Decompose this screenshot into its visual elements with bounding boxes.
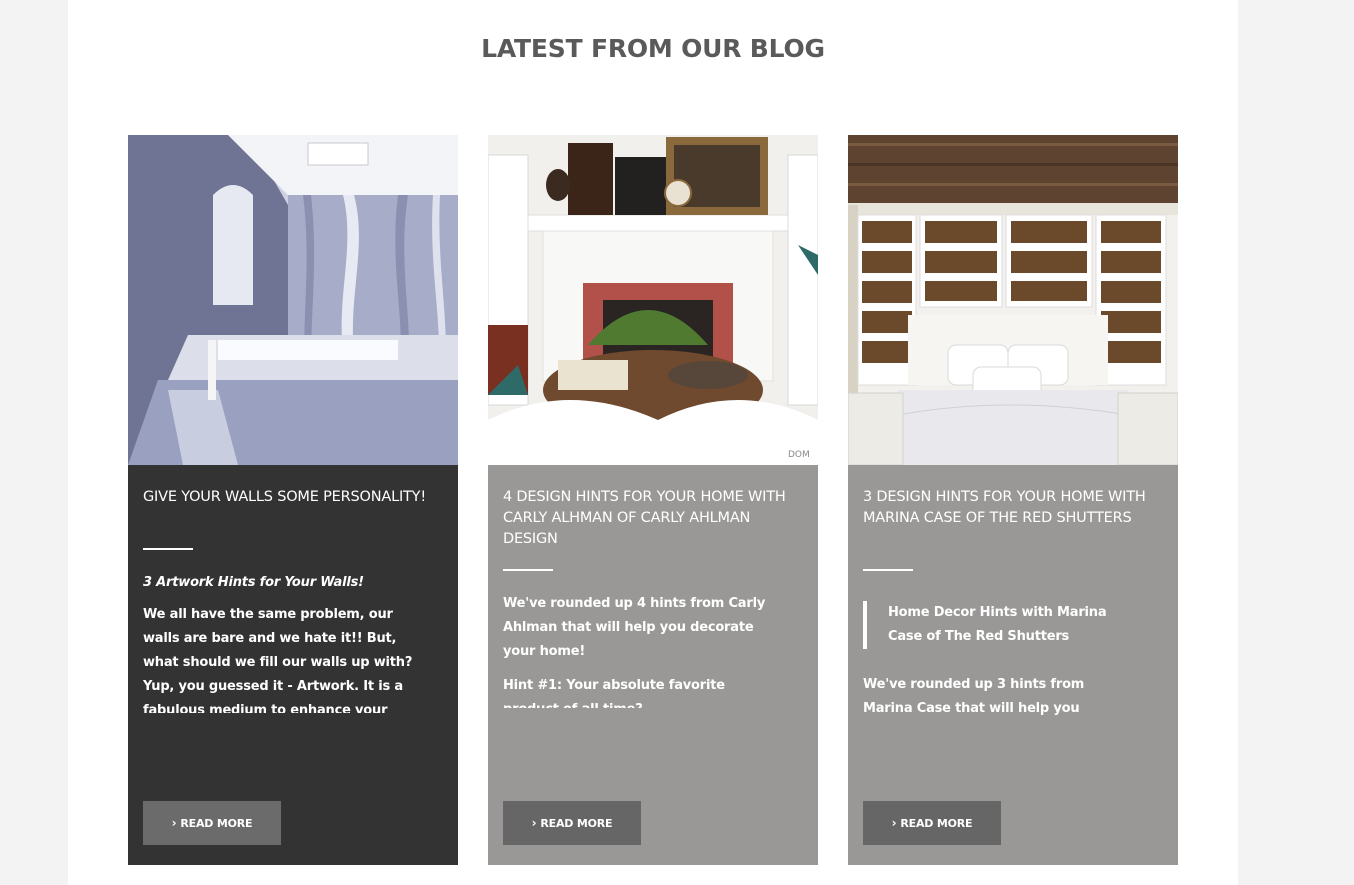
read-more-button[interactable]: › READ MORE (863, 801, 1001, 845)
post-quote-text: Home Decor Hints with Marina Case of The… (888, 605, 1107, 644)
post-hint: Hint #1: Your absolute favorite product … (503, 678, 725, 708)
post-image-bedroom[interactable] (848, 135, 1178, 465)
chevron-right-icon: › (531, 816, 537, 830)
post-title[interactable]: GIVE YOUR WALLS SOME PERSONALITY! (143, 487, 433, 508)
post-title[interactable]: 3 DESIGN HINTS FOR YOUR HOME WITH MARINA… (863, 487, 1153, 529)
blog-card: DOM 4 DESIGN HINTS FOR YOUR HOME WITH CA… (488, 135, 818, 865)
title-divider (503, 569, 553, 571)
post-lead: 3 Artwork Hints for Your Walls! (143, 575, 364, 590)
post-body: We've rounded up 3 hints from Marina Cas… (863, 677, 1085, 716)
blog-card: 3 DESIGN HINTS FOR YOUR HOME WITH MARINA… (848, 135, 1178, 865)
section-title: LATEST FROM OUR BLOG (481, 34, 825, 63)
post-quote: Home Decor Hints with Marina Case of The… (863, 601, 1135, 649)
post-image-bathroom[interactable] (128, 135, 458, 465)
title-divider (143, 548, 193, 550)
post-excerpt: Home Decor Hints with Marina Case of The… (863, 601, 1135, 723)
read-more-label: READ MORE (180, 816, 253, 830)
read-more-label: READ MORE (540, 816, 613, 830)
chevron-right-icon: › (891, 816, 897, 830)
read-more-label: READ MORE (900, 816, 973, 830)
read-more-button[interactable]: › READ MORE (143, 801, 281, 845)
post-excerpt: We've rounded up 4 hints from Carly Ahlm… (503, 592, 775, 708)
svg-text:DOM: DOM (788, 450, 810, 460)
post-image-fireplace[interactable]: DOM (488, 135, 818, 465)
title-divider (863, 569, 913, 571)
blog-section: LATEST FROM OUR BLOG GIVE YOUR WALLS SOM… (68, 0, 1238, 885)
post-body: We've rounded up 4 hints from Carly Ahlm… (503, 596, 766, 659)
post-body: We all have the same problem, our walls … (143, 607, 413, 713)
post-excerpt: 3 Artwork Hints for Your Walls! We all h… (143, 571, 415, 713)
read-more-button[interactable]: › READ MORE (503, 801, 641, 845)
post-title[interactable]: 4 DESIGN HINTS FOR YOUR HOME WITH CARLY … (503, 487, 793, 550)
chevron-right-icon: › (171, 816, 177, 830)
blog-card: GIVE YOUR WALLS SOME PERSONALITY! 3 Artw… (128, 135, 458, 865)
